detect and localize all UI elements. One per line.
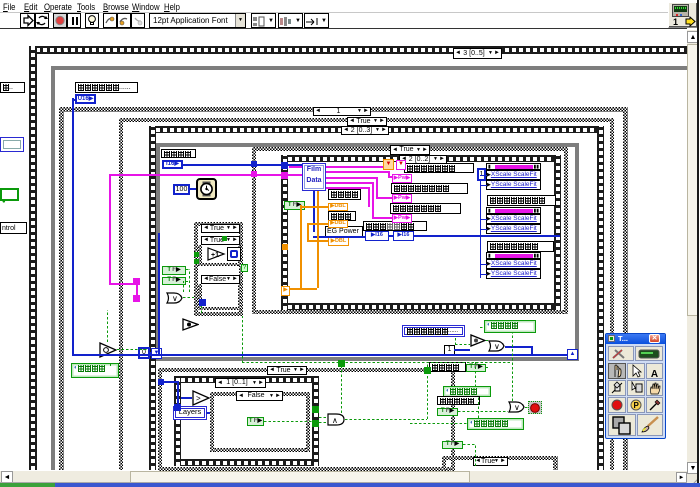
- svg-text:∨: ∨: [514, 403, 520, 412]
- svg-text:∨: ∨: [172, 294, 178, 303]
- svg-text:>: >: [196, 394, 201, 403]
- svg-text:+1: +1: [211, 252, 219, 259]
- svg-text:∨: ∨: [494, 342, 500, 351]
- svg-text:∧: ∧: [332, 416, 338, 425]
- svg-text:P: P: [634, 401, 640, 410]
